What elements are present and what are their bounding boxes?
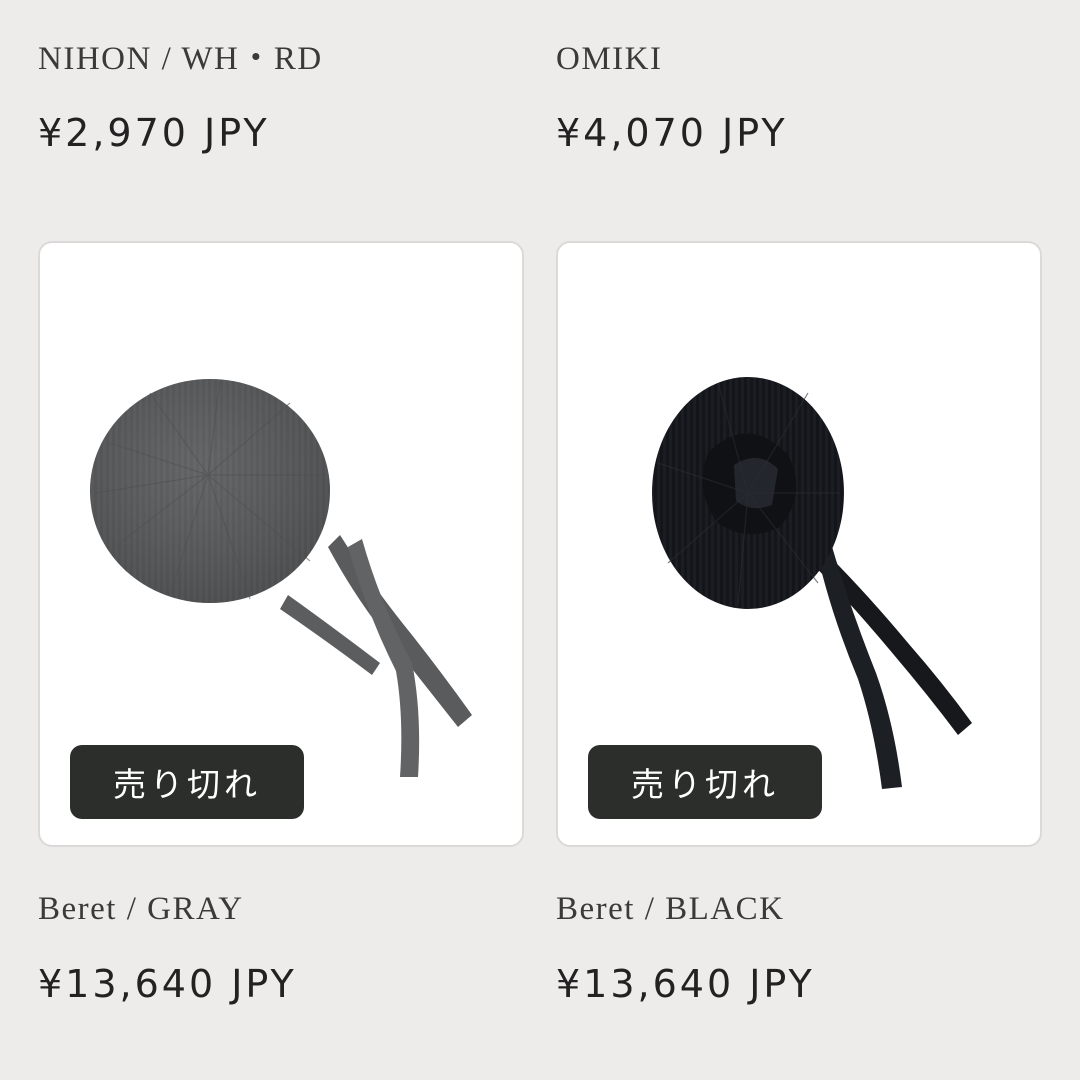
product-price: ¥13,640 JPY [38,962,297,1006]
product-name[interactable]: NIHON / WH・RD [38,43,323,76]
product-grid-page: NIHON / WH・RD ¥2,970 JPY OMIKI ¥4,070 JP… [0,0,1080,1080]
product-price: ¥2,970 JPY [38,111,270,155]
product-price: ¥13,640 JPY [556,962,815,1006]
product-price: ¥4,070 JPY [556,111,788,155]
product-name[interactable]: OMIKI [556,43,662,76]
product-name[interactable]: Beret / BLACK [556,893,784,926]
product-image-card-black[interactable]: 売り切れ [556,241,1042,847]
product-name[interactable]: Beret / GRAY [38,893,244,926]
product-image-card-gray[interactable]: 売り切れ [38,241,524,847]
sold-out-badge: 売り切れ [588,745,822,819]
sold-out-badge: 売り切れ [70,745,304,819]
